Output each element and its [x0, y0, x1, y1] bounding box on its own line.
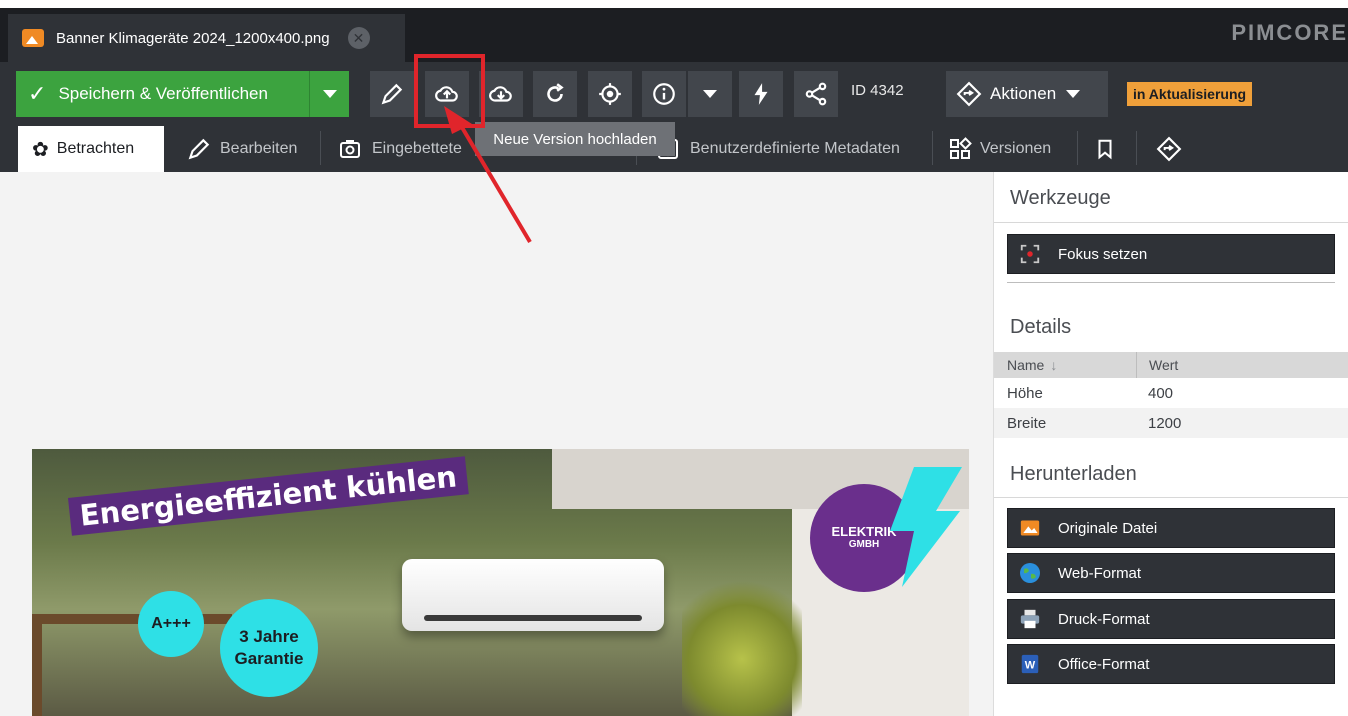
download-web-button[interactable]: Web-Format — [1007, 553, 1335, 593]
edit-button[interactable] — [370, 71, 414, 117]
tab-betrachten-label: Betrachten — [56, 140, 135, 157]
divider — [1007, 282, 1335, 283]
table-row[interactable]: Höhe 400 — [994, 378, 1348, 408]
annotation-arrow — [444, 106, 532, 244]
tab-benutzerdefinierte-metadaten[interactable]: Benutzerdefinierte Metadaten — [652, 126, 900, 172]
info-icon — [653, 83, 675, 105]
download-print-label: Druck-Format — [1058, 610, 1150, 628]
tab-workflow[interactable] — [1152, 126, 1186, 172]
tab-divider — [1077, 131, 1078, 165]
save-publish-button[interactable]: ✓ Speichern & Veröffentlichen — [16, 71, 309, 117]
details-table-header: Name ↓ Wert — [994, 352, 1348, 378]
pencil-icon — [381, 83, 403, 105]
preview-slogan: Energieeffizient kühlen — [68, 456, 469, 536]
info-button[interactable] — [642, 71, 686, 117]
werkzeuge-title: Werkzeuge — [1010, 187, 1111, 209]
info-dropdown-button[interactable] — [688, 71, 732, 117]
bookmark-icon — [1098, 139, 1112, 160]
tab-metadaten-label: Benutzerdefinierte Metadaten — [690, 140, 900, 157]
chevron-down-icon — [703, 90, 717, 98]
download-print-button[interactable]: Druck-Format — [1007, 599, 1335, 639]
notification-button[interactable] — [739, 71, 783, 117]
app-window: Banner Klimageräte 2024_1200x400.png ✕ P… — [0, 0, 1348, 716]
divider — [994, 497, 1348, 498]
tab-divider — [320, 131, 321, 165]
save-publish-label: Speichern & Veröffentlichen — [58, 84, 268, 103]
svg-text:W: W — [1025, 660, 1036, 672]
share-icon — [805, 82, 827, 106]
sort-down-icon: ↓ — [1050, 357, 1058, 373]
col-wert-label: Wert — [1149, 357, 1179, 373]
tab-bookmark[interactable] — [1092, 126, 1118, 172]
check-icon: ✓ — [28, 81, 47, 106]
word-icon: W — [1018, 653, 1042, 675]
target-icon — [599, 83, 621, 105]
download-web-label: Web-Format — [1058, 564, 1142, 582]
asset-id-label: ID 4342 — [851, 82, 904, 99]
workflow-icon — [956, 81, 982, 107]
globe-icon — [1018, 562, 1042, 584]
workflow-icon — [1156, 136, 1182, 162]
row-value: 400 — [1148, 384, 1174, 402]
flower-icon: ✿ — [32, 138, 49, 161]
lightning-icon — [754, 83, 768, 105]
show-in-tree-button[interactable] — [588, 71, 632, 117]
divider — [994, 222, 1348, 223]
download-office-label: Office-Format — [1058, 655, 1150, 673]
row-name: Höhe — [1007, 384, 1043, 402]
tab-betrachten[interactable]: ✿ Betrachten — [18, 126, 164, 172]
row-value: 1200 — [1148, 414, 1182, 432]
image-file-icon — [22, 29, 44, 47]
pencil-icon — [188, 138, 210, 160]
warranty-line1: 3 Jahre — [239, 627, 299, 646]
tab-versionen[interactable]: Versionen — [946, 126, 1051, 172]
image-icon — [1018, 517, 1042, 539]
table-row[interactable]: Breite 1200 — [994, 408, 1348, 438]
column-header-wert[interactable]: Wert — [1136, 352, 1348, 378]
status-badge: in Aktualisierung — [1127, 82, 1253, 106]
tab-bearbeiten-label: Bearbeiten — [220, 140, 298, 157]
row-name: Breite — [1007, 414, 1047, 432]
chevron-down-icon — [322, 90, 337, 98]
download-original-button[interactable]: Originale Datei — [1007, 508, 1335, 548]
download-title: Herunterladen — [1010, 463, 1137, 485]
save-dropdown-button[interactable] — [309, 71, 349, 117]
preview-air-conditioner — [402, 559, 664, 631]
file-tab-title: Banner Klimageräte 2024_1200x400.png — [56, 29, 330, 47]
preview-warranty-badge: 3 Jahre Garantie — [220, 599, 318, 697]
aktionen-label: Aktionen — [990, 84, 1057, 103]
tab-divider — [932, 131, 933, 165]
tab-bearbeiten[interactable]: Bearbeiten — [178, 126, 297, 172]
file-tab[interactable]: Banner Klimageräte 2024_1200x400.png ✕ — [8, 14, 405, 62]
camera-icon — [340, 140, 360, 158]
tab-divider — [1136, 131, 1137, 165]
printer-icon — [1018, 608, 1042, 630]
focus-icon — [1018, 243, 1042, 265]
pimcore-logo: PIMCORE — [1231, 20, 1348, 45]
share-button[interactable] — [794, 71, 838, 117]
tab-versionen-label: Versionen — [980, 140, 1052, 157]
chevron-down-icon — [1066, 90, 1081, 98]
aktionen-button[interactable]: Aktionen — [946, 71, 1108, 117]
close-tab-icon[interactable]: ✕ — [347, 27, 370, 49]
fokus-label: Fokus setzen — [1058, 245, 1148, 263]
versions-grid-icon — [950, 137, 972, 159]
preview-energy-badge: A+++ — [138, 591, 204, 657]
download-office-button[interactable]: W Office-Format — [1007, 644, 1335, 684]
warranty-line2: Garantie — [234, 649, 304, 668]
col-name-label: Name — [1007, 357, 1045, 373]
fokus-setzen-button[interactable]: Fokus setzen — [1007, 234, 1335, 274]
column-header-name[interactable]: Name ↓ — [1007, 352, 1057, 378]
download-original-label: Originale Datei — [1058, 519, 1158, 537]
top-strip — [0, 0, 1348, 8]
lightning-logo-icon — [890, 467, 962, 587]
preview-plant — [682, 569, 802, 716]
image-preview[interactable]: Energieeffizient kühlen A+++ 3 Jahre Gar… — [32, 449, 969, 716]
details-title: Details — [1010, 316, 1072, 338]
